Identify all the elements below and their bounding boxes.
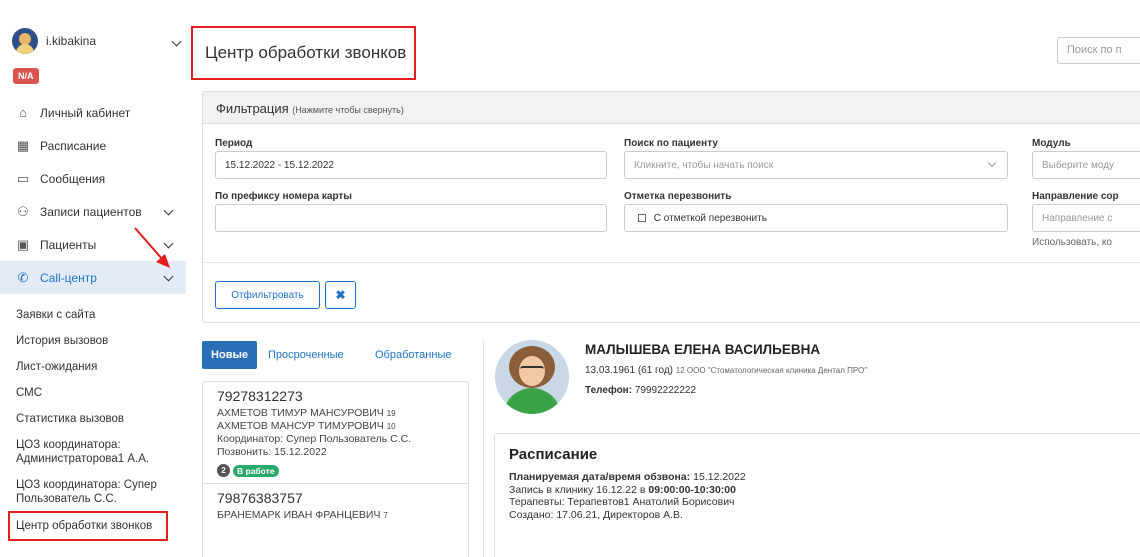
sidebar-item-schedule[interactable]: ▦ Расписание <box>0 129 186 162</box>
submenu-item-coordinator-super[interactable]: ЦОЗ координатора: Супер Пользователь С.С… <box>0 478 186 506</box>
callback-field[interactable]: С отметкой перезвонить <box>624 204 1008 232</box>
submenu-item-waitlist[interactable]: Лист-ожидания <box>0 360 186 374</box>
list-item[interactable]: 79876383757 БРАНЕМАРК ИВАН ФРАНЦЕВИЧ 7 <box>203 484 468 528</box>
schedule-planned: Планируемая дата/время обзвона: 15.12.20… <box>509 471 746 483</box>
submenu-item-call-center-hub[interactable]: Центр обработки звонков <box>8 511 168 541</box>
call-phone: 79278312273 <box>217 388 303 404</box>
people-icon: ⚇ <box>17 203 29 219</box>
filter-title: Фильтрация <box>216 101 289 116</box>
search-input[interactable]: Поиск по п <box>1057 37 1140 64</box>
card-prefix-field[interactable] <box>215 204 607 232</box>
submenu-item-sms[interactable]: СМС <box>0 386 186 400</box>
clear-filter-button[interactable]: ✖ <box>325 281 356 309</box>
sidebar-item-patients[interactable]: ▣ Пациенты <box>0 228 186 261</box>
sidebar-item-label: Call-центр <box>40 270 97 285</box>
module-select[interactable]: Выберите моду <box>1032 151 1140 179</box>
chevron-down-icon[interactable] <box>163 271 174 282</box>
call-coordinator: Координатор: Супер Пользователь С.С. <box>217 433 412 445</box>
avatar <box>12 28 38 54</box>
sidebar-item-label: Записи пациентов <box>40 204 142 219</box>
patient-card-icon: ▣ <box>16 236 30 252</box>
call-date: Позвонить: 15.12.2022 <box>217 446 327 458</box>
callback-checkbox[interactable] <box>638 214 646 222</box>
patient-search-label: Поиск по пациенту <box>624 138 718 149</box>
period-field[interactable]: 15.12.2022 - 15.12.2022 <box>215 151 607 179</box>
submenu-item-call-history[interactable]: История вызовов <box>0 334 186 348</box>
callback-option-label: С отметкой перезвонить <box>653 213 767 224</box>
page-title: Центр обработки звонков <box>205 43 407 62</box>
patient-search-placeholder: Кликните, чтобы начать поиск <box>634 160 774 171</box>
patient-photo <box>495 340 569 414</box>
schedule-created: Создано: 17.06.21, Директоров А.В. <box>509 508 683 521</box>
sidebar-item-cabinet[interactable]: ⌂ Личный кабинет <box>0 96 186 129</box>
message-icon: ▭ <box>16 170 30 186</box>
tab-processed[interactable]: Обработанные <box>375 341 451 369</box>
direction-select[interactable]: Направление с <box>1032 204 1140 232</box>
sidebar-item-label: Расписание <box>40 138 107 153</box>
list-item[interactable]: 79278312273 АХМЕТОВ ТИМУР МАНСУРОВИЧ 19 … <box>203 382 468 484</box>
count-badge: 2 <box>217 464 230 477</box>
submenu-item-coordinator-admin[interactable]: ЦОЗ координатора: Администраторова1 А.А. <box>0 438 186 466</box>
schedule-therapists: Терапевты: Терапевтов1 Анатолий Борисови… <box>509 496 735 508</box>
submenu-item-call-stats[interactable]: Статистика вызовов <box>0 412 186 426</box>
direction-hint: Использовать, ко <box>1032 237 1112 248</box>
call-person: БРАНЕМАРК ИВАН ФРАНЦЕВИЧ 7 <box>217 509 388 521</box>
patient-phone-label: Телефон: <box>585 385 633 396</box>
sidebar-item-messages[interactable]: ▭ Сообщения <box>0 162 186 195</box>
chevron-down-icon[interactable] <box>163 205 174 216</box>
patient-birth: 13.03.1961 (61 год) <box>585 365 673 376</box>
chevron-down-icon[interactable] <box>163 238 174 249</box>
callback-label: Отметка перезвонить <box>624 191 732 202</box>
column-divider <box>483 340 484 557</box>
call-phone: 79876383757 <box>217 490 303 506</box>
filter-hint: (Нажмите чтобы свернуть) <box>292 105 404 115</box>
status-badge: В работе <box>233 464 279 477</box>
call-center-submenu: Заявки с сайта История вызовов Лист-ожид… <box>0 302 186 541</box>
card-prefix-label: По префиксу номера карты <box>215 191 352 202</box>
patient-info: 13.03.1961 (61 год) 12 ООО "Стоматологич… <box>585 365 867 376</box>
period-label: Период <box>215 138 253 149</box>
calendar-icon: ▦ <box>16 137 30 153</box>
schedule-visit: Запись в клинику 16.12.22 в 09:00:00-10:… <box>509 483 736 496</box>
user-menu[interactable]: i.kibakina <box>12 28 182 54</box>
sidebar-item-label: Личный кабинет <box>40 105 131 120</box>
home-icon: ⌂ <box>19 105 27 120</box>
chevron-down-icon[interactable] <box>171 36 182 46</box>
schedule-panel: Расписание Планируемая дата/время обзвон… <box>494 433 1140 557</box>
filter-header[interactable]: Фильтрация (Нажмите чтобы свернуть) <box>203 92 1140 124</box>
filter-divider <box>203 262 1140 263</box>
call-person: АХМЕТОВ МАНСУР ТИМУРОВИЧ 10 <box>217 420 396 432</box>
call-person: АХМЕТОВ ТИМУР МАНСУРОВИЧ 19 <box>217 407 396 419</box>
page-title-box: Центр обработки звонков <box>191 26 416 80</box>
app-root: i.kibakina N/A ⌂ Личный кабинет ▦ Распис… <box>0 0 1140 557</box>
status-badge: N/A <box>13 68 39 84</box>
submenu-item-site-requests[interactable]: Заявки с сайта <box>0 308 186 322</box>
patient-clinic: 12 ООО "Стоматологическая клиника Дентал… <box>675 366 868 375</box>
user-name: i.kibakina <box>46 34 97 48</box>
tab-new[interactable]: Новые <box>202 341 257 369</box>
direction-label: Направление сор <box>1032 191 1119 202</box>
module-label: Модуль <box>1032 138 1071 149</box>
chevron-down-icon <box>987 158 997 168</box>
patient-name: МАЛЫШЕВА ЕЛЕНА ВАСИЛЬЕВНА <box>585 342 821 357</box>
sidebar-item-label: Сообщения <box>40 171 106 186</box>
tab-overdue[interactable]: Просроченные <box>268 341 344 369</box>
schedule-title: Расписание <box>509 446 598 463</box>
sidebar-nav: ⌂ Личный кабинет ▦ Расписание ▭ Сообщени… <box>0 96 186 294</box>
patient-phone: Телефон: 79992222222 <box>585 385 696 396</box>
sidebar-item-call-center[interactable]: ✆ Call-центр <box>0 261 186 294</box>
call-list: 79278312273 АХМЕТОВ ТИМУР МАНСУРОВИЧ 19 … <box>202 381 469 557</box>
apply-filter-button[interactable]: Отфильтровать <box>215 281 320 309</box>
sidebar-item-label: Пациенты <box>40 237 97 252</box>
patient-phone-value: 79992222222 <box>634 385 697 396</box>
sidebar-item-patient-records[interactable]: ⚇ Записи пациентов <box>0 195 186 228</box>
call-badges: 2 В работе <box>217 464 454 477</box>
patient-search-field[interactable]: Кликните, чтобы начать поиск <box>624 151 1008 179</box>
sidebar: i.kibakina N/A ⌂ Личный кабинет ▦ Распис… <box>0 0 186 557</box>
phone-icon: ✆ <box>17 269 29 285</box>
